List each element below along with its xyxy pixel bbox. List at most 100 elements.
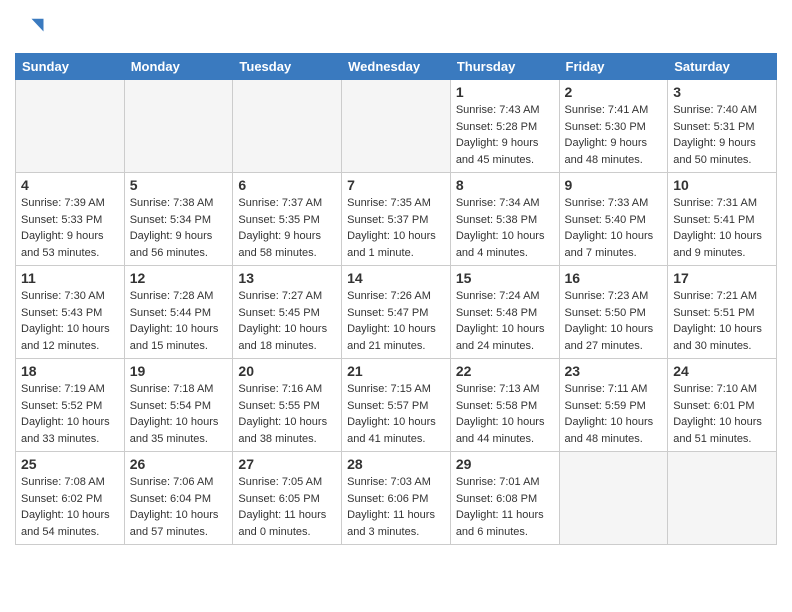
day-info: Sunrise: 7:33 AM Sunset: 5:40 PM Dayligh…: [565, 195, 663, 261]
calendar-cell: 20 Sunrise: 7:16 AM Sunset: 5:55 PM Dayli…: [233, 359, 342, 452]
logo: [15, 15, 49, 45]
day-info: Sunrise: 7:13 AM Sunset: 5:58 PM Dayligh…: [456, 381, 554, 447]
day-info: Sunrise: 7:18 AM Sunset: 5:54 PM Dayligh…: [130, 381, 228, 447]
day-info: Sunrise: 7:16 AM Sunset: 5:55 PM Dayligh…: [238, 381, 336, 447]
day-number: 18: [21, 363, 119, 379]
day-info: Sunrise: 7:35 AM Sunset: 5:37 PM Dayligh…: [347, 195, 445, 261]
day-number: 22: [456, 363, 554, 379]
day-number: 23: [565, 363, 663, 379]
day-info: Sunrise: 7:23 AM Sunset: 5:50 PM Dayligh…: [565, 288, 663, 354]
day-number: 5: [130, 177, 228, 193]
calendar-cell: 26 Sunrise: 7:06 AM Sunset: 6:04 PM Dayli…: [124, 452, 233, 545]
day-number: 19: [130, 363, 228, 379]
calendar-cell: 18 Sunrise: 7:19 AM Sunset: 5:52 PM Dayli…: [16, 359, 125, 452]
header-row: SundayMondayTuesdayWednesdayThursdayFrid…: [16, 54, 777, 80]
calendar-cell: 19 Sunrise: 7:18 AM Sunset: 5:54 PM Dayli…: [124, 359, 233, 452]
day-number: 4: [21, 177, 119, 193]
day-info: Sunrise: 7:15 AM Sunset: 5:57 PM Dayligh…: [347, 381, 445, 447]
day-number: 8: [456, 177, 554, 193]
calendar-cell: [342, 80, 451, 173]
day-info: Sunrise: 7:05 AM Sunset: 6:05 PM Dayligh…: [238, 474, 336, 540]
day-number: 15: [456, 270, 554, 286]
day-info: Sunrise: 7:39 AM Sunset: 5:33 PM Dayligh…: [21, 195, 119, 261]
day-number: 21: [347, 363, 445, 379]
calendar-table: SundayMondayTuesdayWednesdayThursdayFrid…: [15, 53, 777, 545]
day-number: 13: [238, 270, 336, 286]
calendar-cell: [559, 452, 668, 545]
calendar-cell: 2 Sunrise: 7:41 AM Sunset: 5:30 PM Daylig…: [559, 80, 668, 173]
day-info: Sunrise: 7:24 AM Sunset: 5:48 PM Dayligh…: [456, 288, 554, 354]
calendar-cell: 25Sunrise: 7:08 AM Sunset: 6:02 PM Dayli…: [16, 452, 125, 545]
calendar-cell: 5 Sunrise: 7:38 AM Sunset: 5:34 PM Daylig…: [124, 173, 233, 266]
day-number: 28: [347, 456, 445, 472]
calendar-cell: 17 Sunrise: 7:21 AM Sunset: 5:51 PM Dayli…: [668, 266, 777, 359]
calendar-cell: 28Sunrise: 7:03 AM Sunset: 6:06 PM Dayli…: [342, 452, 451, 545]
day-number: 17: [673, 270, 771, 286]
calendar-body: 1 Sunrise: 7:43 AM Sunset: 5:28 PM Daylig…: [16, 80, 777, 545]
day-number: 6: [238, 177, 336, 193]
calendar-cell: 27 Sunrise: 7:05 AM Sunset: 6:05 PM Dayli…: [233, 452, 342, 545]
calendar-header: SundayMondayTuesdayWednesdayThursdayFrid…: [16, 54, 777, 80]
calendar-cell: 12 Sunrise: 7:28 AM Sunset: 5:44 PM Dayli…: [124, 266, 233, 359]
day-info: Sunrise: 7:27 AM Sunset: 5:45 PM Dayligh…: [238, 288, 336, 354]
header-cell: Thursday: [450, 54, 559, 80]
day-number: 27: [238, 456, 336, 472]
header-cell: Tuesday: [233, 54, 342, 80]
calendar-cell: 21 Sunrise: 7:15 AM Sunset: 5:57 PM Dayli…: [342, 359, 451, 452]
calendar-cell: [124, 80, 233, 173]
calendar-cell: 7 Sunrise: 7:35 AM Sunset: 5:37 PM Daylig…: [342, 173, 451, 266]
calendar-cell: 11 Sunrise: 7:30 AM Sunset: 5:43 PM Dayli…: [16, 266, 125, 359]
day-info: Sunrise: 7:19 AM Sunset: 5:52 PM Dayligh…: [21, 381, 119, 447]
logo-icon: [15, 15, 45, 45]
day-number: 24: [673, 363, 771, 379]
day-number: 3: [673, 84, 771, 100]
calendar-cell: 3 Sunrise: 7:40 AM Sunset: 5:31 PM Daylig…: [668, 80, 777, 173]
calendar-cell: 24 Sunrise: 7:10 AM Sunset: 6:01 PM Dayli…: [668, 359, 777, 452]
day-info: Sunrise: 7:43 AM Sunset: 5:28 PM Dayligh…: [456, 102, 554, 168]
header-cell: Wednesday: [342, 54, 451, 80]
calendar-cell: 9 Sunrise: 7:33 AM Sunset: 5:40 PM Daylig…: [559, 173, 668, 266]
day-number: 10: [673, 177, 771, 193]
calendar-cell: [16, 80, 125, 173]
calendar-cell: [668, 452, 777, 545]
calendar-row: 4 Sunrise: 7:39 AM Sunset: 5:33 PM Daylig…: [16, 173, 777, 266]
day-info: Sunrise: 7:21 AM Sunset: 5:51 PM Dayligh…: [673, 288, 771, 354]
calendar-cell: 6Sunrise: 7:37 AM Sunset: 5:35 PM Daylig…: [233, 173, 342, 266]
day-info: Sunrise: 7:06 AM Sunset: 6:04 PM Dayligh…: [130, 474, 228, 540]
day-number: 1: [456, 84, 554, 100]
header-cell: Sunday: [16, 54, 125, 80]
calendar-cell: 8 Sunrise: 7:34 AM Sunset: 5:38 PM Daylig…: [450, 173, 559, 266]
day-info: Sunrise: 7:41 AM Sunset: 5:30 PM Dayligh…: [565, 102, 663, 168]
calendar-cell: 10Sunrise: 7:31 AM Sunset: 5:41 PM Dayli…: [668, 173, 777, 266]
day-info: Sunrise: 7:28 AM Sunset: 5:44 PM Dayligh…: [130, 288, 228, 354]
day-info: Sunrise: 7:08 AM Sunset: 6:02 PM Dayligh…: [21, 474, 119, 540]
calendar-cell: 22 Sunrise: 7:13 AM Sunset: 5:58 PM Dayli…: [450, 359, 559, 452]
calendar-row: 1 Sunrise: 7:43 AM Sunset: 5:28 PM Daylig…: [16, 80, 777, 173]
calendar-cell: 4 Sunrise: 7:39 AM Sunset: 5:33 PM Daylig…: [16, 173, 125, 266]
day-number: 9: [565, 177, 663, 193]
day-info: Sunrise: 7:30 AM Sunset: 5:43 PM Dayligh…: [21, 288, 119, 354]
day-info: Sunrise: 7:11 AM Sunset: 5:59 PM Dayligh…: [565, 381, 663, 447]
day-info: Sunrise: 7:40 AM Sunset: 5:31 PM Dayligh…: [673, 102, 771, 168]
day-info: Sunrise: 7:34 AM Sunset: 5:38 PM Dayligh…: [456, 195, 554, 261]
day-number: 7: [347, 177, 445, 193]
day-number: 29: [456, 456, 554, 472]
calendar-row: 11 Sunrise: 7:30 AM Sunset: 5:43 PM Dayli…: [16, 266, 777, 359]
day-number: 2: [565, 84, 663, 100]
calendar-cell: 14 Sunrise: 7:26 AM Sunset: 5:47 PM Dayli…: [342, 266, 451, 359]
calendar-cell: 1 Sunrise: 7:43 AM Sunset: 5:28 PM Daylig…: [450, 80, 559, 173]
day-number: 14: [347, 270, 445, 286]
day-info: Sunrise: 7:38 AM Sunset: 5:34 PM Dayligh…: [130, 195, 228, 261]
day-number: 16: [565, 270, 663, 286]
header-cell: Monday: [124, 54, 233, 80]
calendar-cell: 23 Sunrise: 7:11 AM Sunset: 5:59 PM Dayli…: [559, 359, 668, 452]
day-info: Sunrise: 7:26 AM Sunset: 5:47 PM Dayligh…: [347, 288, 445, 354]
day-number: 12: [130, 270, 228, 286]
day-number: 26: [130, 456, 228, 472]
calendar-cell: [233, 80, 342, 173]
day-info: Sunrise: 7:10 AM Sunset: 6:01 PM Dayligh…: [673, 381, 771, 447]
day-number: 20: [238, 363, 336, 379]
header-cell: Saturday: [668, 54, 777, 80]
calendar-cell: 16 Sunrise: 7:23 AM Sunset: 5:50 PM Dayli…: [559, 266, 668, 359]
day-number: 11: [21, 270, 119, 286]
